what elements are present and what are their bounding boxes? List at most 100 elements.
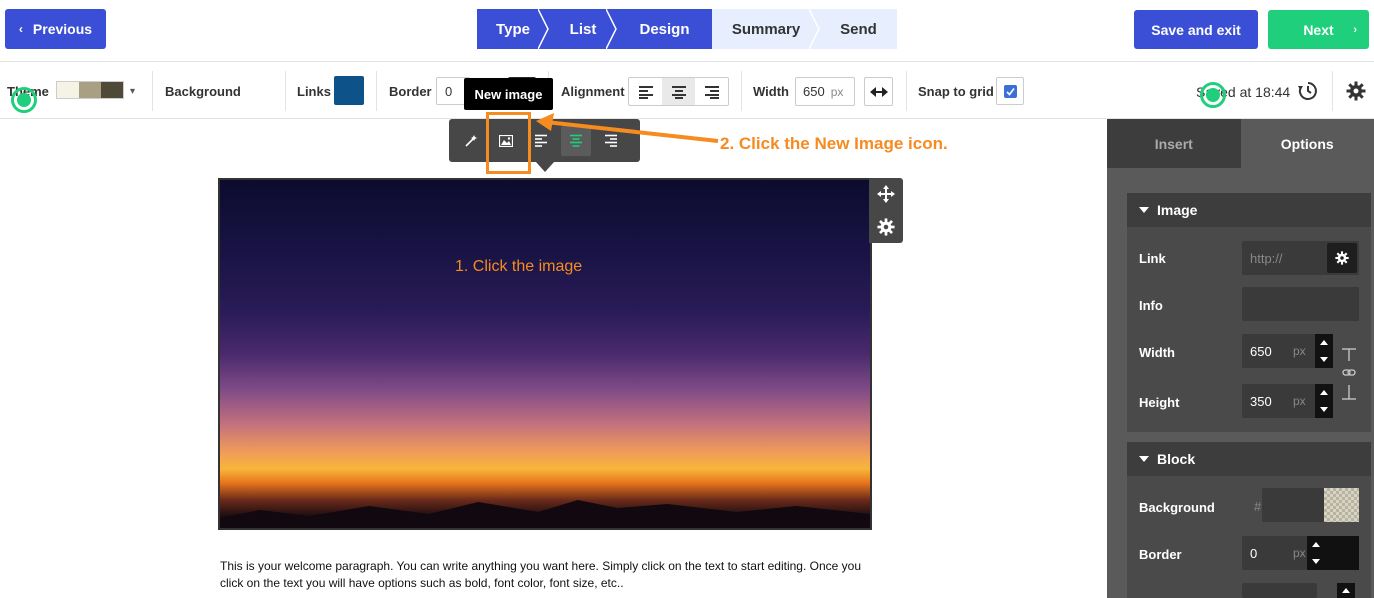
full-width-button[interactable] — [864, 77, 893, 106]
width-input[interactable]: 650 px — [795, 77, 855, 106]
hint-hotspot[interactable] — [11, 87, 37, 113]
snap-to-grid-label: Snap to grid — [918, 84, 994, 99]
block-settings-gear-icon[interactable] — [877, 218, 895, 236]
link-settings-button[interactable] — [1327, 243, 1357, 273]
theme-color-1 — [57, 82, 79, 98]
magic-wand-button[interactable] — [456, 126, 486, 156]
block-border-input[interactable]: 0 px — [1242, 536, 1307, 570]
alignment-label: Alignment — [561, 84, 625, 99]
increment-icon[interactable] — [1320, 340, 1328, 345]
options-sidebar: Insert Options Image Link http:// Info W… — [1107, 119, 1374, 598]
mountain-silhouette — [220, 500, 870, 528]
align-center-button[interactable] — [662, 78, 695, 105]
divider — [376, 71, 377, 111]
snap-to-grid-checkbox[interactable] — [996, 77, 1024, 105]
border-label: Border — [389, 84, 432, 99]
align-right-button[interactable] — [695, 78, 728, 105]
magic-wand-icon — [465, 134, 477, 147]
divider — [741, 71, 742, 111]
tab-options[interactable]: Options — [1240, 119, 1374, 168]
block-padding-input[interactable] — [1242, 583, 1317, 598]
theme-color-3 — [101, 82, 123, 98]
image-width-input[interactable]: 650 px — [1242, 334, 1317, 368]
image-height-stepper[interactable] — [1315, 384, 1333, 418]
annotation-step-1: 1. Click the image — [455, 258, 583, 275]
block-padding-stepper[interactable] — [1337, 583, 1355, 598]
links-label: Links — [297, 84, 331, 99]
decrement-icon[interactable] — [1320, 357, 1328, 362]
block-background-swatch[interactable] — [1324, 488, 1359, 522]
wizard-header: ‹ Previous Type List Design Summary Send — [0, 0, 1374, 62]
tab-insert[interactable]: Insert — [1107, 119, 1241, 168]
welcome-paragraph[interactable]: This is your welcome paragraph. You can … — [220, 558, 870, 591]
decrement-icon[interactable] — [1312, 559, 1320, 564]
block-border-stepper[interactable] — [1307, 536, 1359, 570]
width-label: Width — [753, 84, 789, 99]
selected-image-block[interactable] — [218, 178, 872, 530]
annotation-step-2: 2. Click the New Image icon. — [720, 134, 948, 153]
block-side-tools — [869, 178, 903, 243]
history-icon[interactable] — [1298, 81, 1318, 101]
decrement-icon[interactable] — [1320, 407, 1328, 412]
hex-prefix: # — [1254, 499, 1262, 514]
divider — [1332, 71, 1333, 111]
block-background-input[interactable] — [1262, 488, 1324, 522]
image-info-label: Info — [1139, 298, 1163, 313]
theme-picker[interactable] — [56, 81, 124, 99]
divider — [152, 71, 153, 111]
chevron-left-icon: ‹ — [18, 22, 23, 36]
increment-icon[interactable] — [1320, 390, 1328, 395]
block-panel-header[interactable]: Block — [1127, 442, 1371, 476]
increment-icon[interactable] — [1312, 542, 1320, 547]
aspect-ratio-link-icon[interactable] — [1340, 347, 1358, 405]
increment-icon[interactable] — [1342, 588, 1350, 593]
chevron-down-icon[interactable]: ▾ — [130, 86, 135, 97]
image-link-label: Link — [1139, 251, 1166, 266]
save-and-exit-button[interactable]: Save and exit — [1134, 10, 1258, 49]
chevron-right-icon: › — [1353, 23, 1357, 36]
image-options-panel: Image Link http:// Info Width 650 px Hei… — [1127, 193, 1371, 432]
step-design[interactable]: Design — [617, 9, 713, 49]
new-image-tooltip: New image — [464, 78, 553, 110]
background-label[interactable]: Background — [165, 84, 241, 99]
sidebar-tabs: Insert Options — [1107, 119, 1374, 168]
image-height-input[interactable]: 350 px — [1242, 384, 1317, 418]
alignment-group — [628, 77, 729, 106]
image-width-label: Width — [1139, 345, 1175, 360]
settings-gear-icon[interactable] — [1346, 81, 1366, 101]
previous-button[interactable]: ‹ Previous — [5, 9, 106, 49]
annotation-highlight-box — [486, 112, 531, 174]
checkmark-icon — [1003, 84, 1017, 98]
links-color-swatch[interactable] — [334, 76, 364, 105]
image-height-label: Height — [1139, 395, 1180, 410]
gear-icon — [1335, 251, 1349, 265]
block-border-label: Border — [1139, 547, 1182, 562]
align-left-icon — [638, 85, 653, 99]
divider — [906, 71, 907, 111]
align-left-button[interactable] — [629, 78, 662, 105]
align-right-icon — [704, 85, 719, 99]
image-panel-header[interactable]: Image — [1127, 193, 1371, 227]
divider — [285, 71, 286, 111]
hint-hotspot[interactable] — [1200, 82, 1226, 108]
block-background-label: Background — [1139, 500, 1215, 515]
theme-color-2 — [79, 82, 101, 98]
step-send[interactable]: Send — [820, 9, 897, 49]
step-list[interactable]: List — [549, 9, 617, 49]
previous-label: Previous — [32, 21, 93, 37]
image-link-input[interactable]: http:// — [1242, 241, 1359, 275]
wizard-steps: Type List Design Summary Send — [477, 9, 897, 49]
next-button[interactable]: Next › — [1268, 10, 1369, 49]
annotation-arrow — [536, 113, 719, 143]
image-info-input[interactable] — [1242, 287, 1359, 321]
horizontal-arrows-icon — [869, 86, 888, 97]
block-options-panel: Block Background # Border 0 px — [1127, 442, 1371, 598]
toolbar-pointer — [536, 162, 554, 172]
move-icon[interactable] — [877, 185, 895, 204]
collapse-triangle-icon — [1139, 456, 1149, 462]
image-width-stepper[interactable] — [1315, 334, 1333, 368]
email-editor: ‹ Previous Type List Design Summary Send — [0, 0, 1374, 598]
step-summary[interactable]: Summary — [712, 9, 820, 49]
collapse-triangle-icon — [1139, 207, 1149, 213]
step-type[interactable]: Type — [477, 9, 549, 49]
